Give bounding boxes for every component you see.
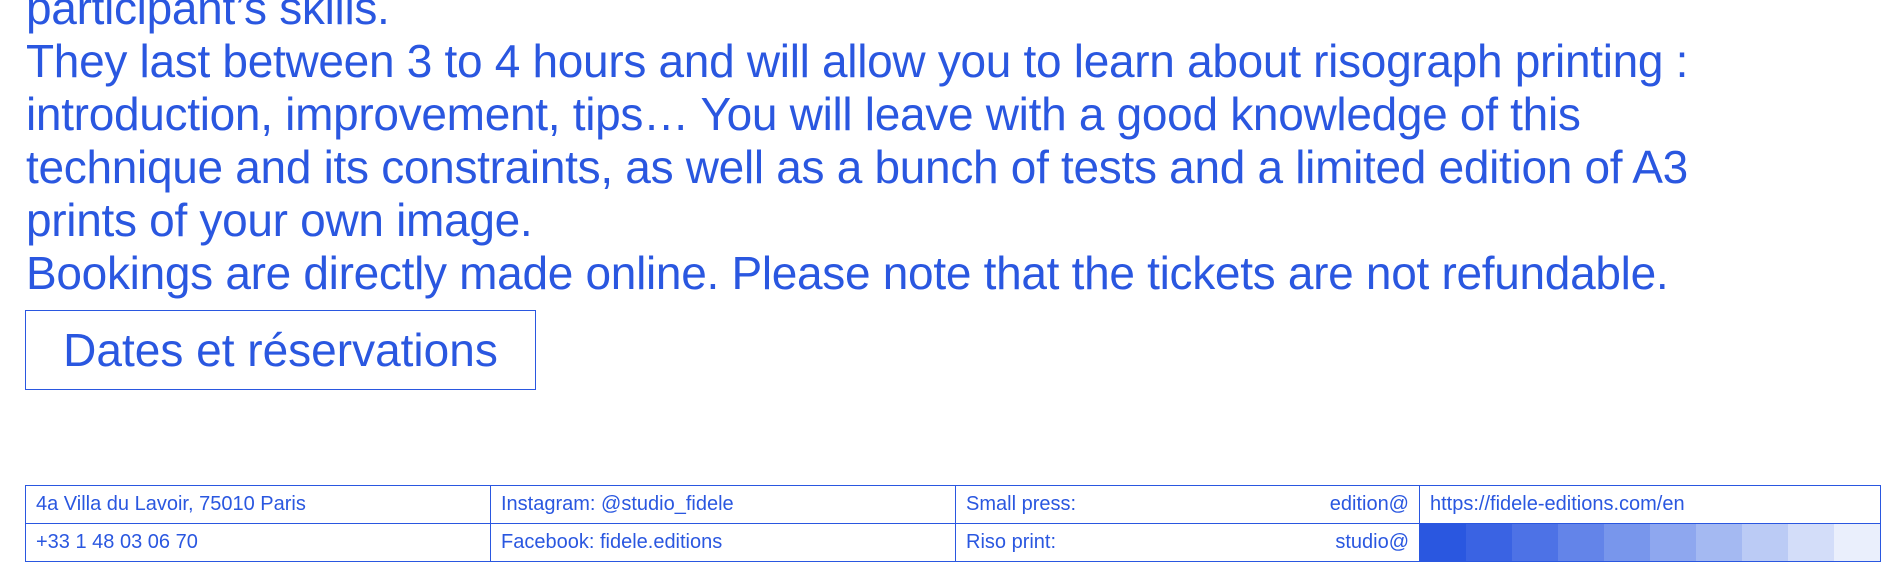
- riso-print-email-link[interactable]: studio@: [1335, 531, 1409, 554]
- footer-address: 4a Villa du Lavoir, 75010 Paris: [26, 486, 491, 524]
- footer-phone[interactable]: +33 1 48 03 06 70: [26, 523, 491, 561]
- small-press-email-link[interactable]: edition@: [1330, 493, 1409, 516]
- small-press-contact: Small press: edition@: [956, 486, 1420, 524]
- color-gradient-swatches: [1420, 523, 1880, 561]
- color-swatch: [1420, 523, 1466, 561]
- small-press-label: Small press:: [966, 492, 1077, 515]
- color-swatch: [1466, 523, 1512, 561]
- website-link[interactable]: https://fidele-editions.com/en: [1420, 486, 1880, 524]
- riso-print-label: Riso print:: [966, 530, 1057, 553]
- main-content: participant’s skills. They last between …: [26, 0, 1866, 300]
- paragraph-bookings: Bookings are directly made online. Pleas…: [26, 247, 1669, 299]
- color-swatch: [1558, 523, 1604, 561]
- paragraph-description: They last between 3 to 4 hours and will …: [26, 35, 1689, 246]
- color-swatch: [1650, 523, 1696, 561]
- color-swatch: [1604, 523, 1650, 561]
- color-swatch: [1834, 523, 1880, 561]
- facebook-link[interactable]: Facebook: fidele.editions: [491, 523, 956, 561]
- footer-table: 4a Villa du Lavoir, 75010 Paris Instagra…: [25, 485, 1881, 562]
- paragraph-skills: participant’s skills.: [26, 0, 390, 34]
- color-swatch: [1742, 523, 1788, 561]
- color-swatch: [1696, 523, 1742, 561]
- color-swatch: [1788, 523, 1834, 561]
- dates-reservations-button[interactable]: Dates et réservations: [25, 310, 536, 390]
- riso-print-contact: Riso print: studio@: [956, 523, 1420, 561]
- instagram-link[interactable]: Instagram: @studio_fidele: [491, 486, 956, 524]
- color-swatch: [1512, 523, 1558, 561]
